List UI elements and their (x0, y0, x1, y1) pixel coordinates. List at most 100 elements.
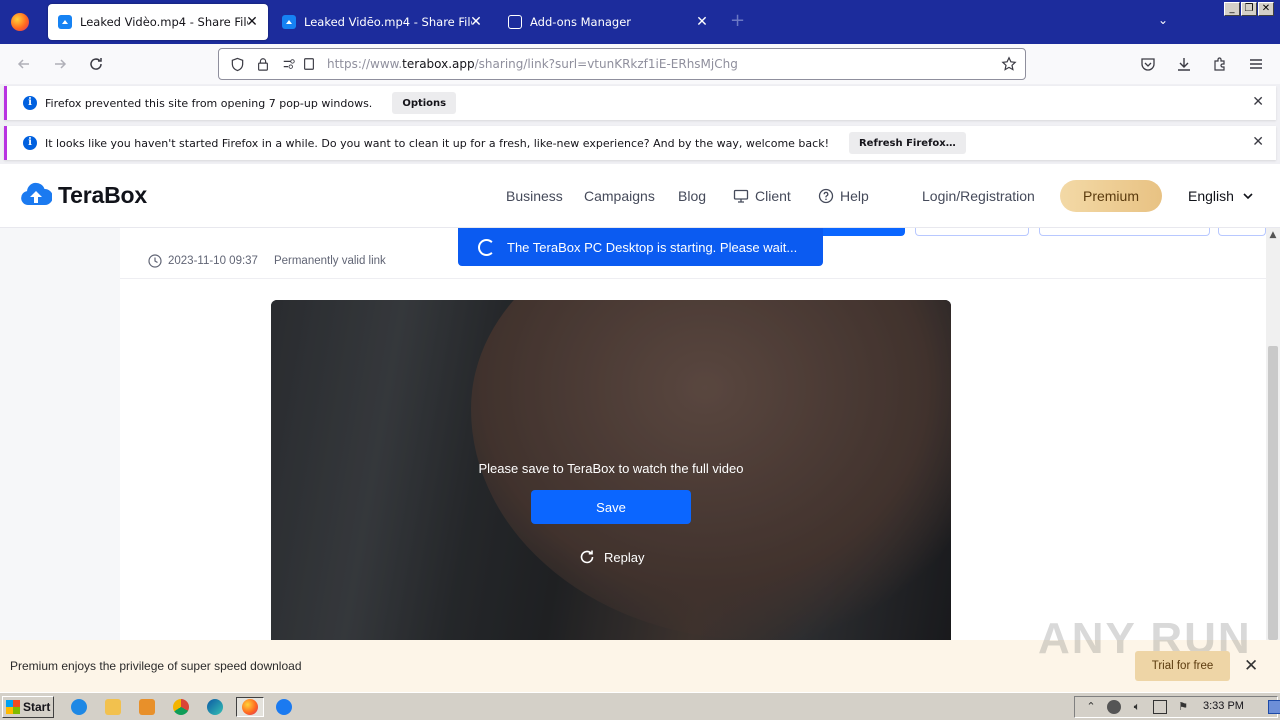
language-selector[interactable]: English (1188, 188, 1254, 204)
address-bar[interactable]: https://www.terabox.app/sharing/link?sur… (218, 48, 1026, 80)
nav-help-label: Help (840, 188, 869, 204)
pocket-button[interactable] (1138, 54, 1158, 74)
tab-label: Leaked Vidēo.mp4 - Share Files Online (304, 15, 472, 29)
save-button[interactable]: Save (531, 490, 691, 524)
tab-label: Add-ons Manager (530, 15, 632, 29)
forward-button[interactable] (50, 54, 70, 74)
info-icon: i (23, 136, 37, 150)
scroll-up-arrow-icon[interactable]: ▲ (1266, 228, 1280, 242)
promo-text: Premium enjoys the privilege of super sp… (10, 659, 302, 673)
nav-business[interactable]: Business (506, 188, 563, 204)
notification-message: Firefox prevented this site from opening… (45, 96, 373, 110)
nav-campaigns[interactable]: Campaigns (584, 188, 655, 204)
action-button-partial[interactable] (1039, 228, 1210, 236)
media-player-icon[interactable] (136, 697, 158, 717)
url-path: /sharing/link?surl=vtunKRkzf1iE-ERhsMjCh… (474, 57, 738, 71)
network-icon[interactable] (1153, 700, 1167, 714)
nav-client[interactable]: Client (733, 188, 791, 204)
page-icon (301, 56, 317, 72)
terabox-tray-icon[interactable] (1107, 700, 1121, 714)
action-center-flag-icon[interactable]: ⚑ (1176, 700, 1190, 714)
extensions-button[interactable] (1210, 54, 1230, 74)
edge-icon[interactable] (204, 697, 226, 717)
puzzle-piece-icon (508, 15, 522, 29)
action-button-partial[interactable] (915, 228, 1029, 236)
nav-client-label: Client (755, 188, 791, 204)
terabox-favicon-icon (58, 15, 72, 29)
info-icon: i (23, 96, 37, 110)
windows-logo-icon (6, 700, 20, 714)
app-menu-button[interactable] (1246, 54, 1266, 74)
volume-icon[interactable]: 🔈︎ (1130, 700, 1144, 714)
url-text[interactable]: https://www.terabox.app/sharing/link?sur… (327, 57, 738, 71)
login-registration-link[interactable]: Login/Registration (922, 188, 1035, 204)
lock-icon[interactable] (255, 56, 271, 72)
url-prefix: https://www. (327, 57, 403, 71)
cloud-upload-icon (21, 182, 52, 205)
trial-for-free-button[interactable]: Trial for free (1135, 651, 1230, 681)
back-button[interactable] (14, 54, 34, 74)
hamburger-menu-icon (1250, 59, 1262, 69)
downloads-button[interactable] (1174, 54, 1194, 74)
terabox-header: TeraBox Business Campaigns Blog Client H… (0, 164, 1280, 228)
list-all-tabs-button[interactable]: ⌄ (1158, 13, 1168, 27)
chrome-icon[interactable] (170, 697, 192, 717)
tab-terabox-1[interactable]: Leaked Vidèo.mp4 - Share Files Online ✕ (48, 4, 268, 40)
tab-addons-manager[interactable]: Add-ons Manager ✕ (498, 4, 718, 40)
close-notification-icon[interactable]: ✕ (1252, 94, 1264, 110)
terabox-taskbar-icon[interactable] (270, 697, 298, 717)
file-date: 2023-11-10 09:37 (168, 255, 258, 267)
download-icon (1178, 58, 1190, 71)
restore-button[interactable]: ❐ (1241, 2, 1257, 16)
internet-explorer-icon[interactable] (68, 697, 90, 717)
video-player[interactable]: Please save to TeraBox to watch the full… (271, 300, 951, 640)
reload-button[interactable] (86, 54, 106, 74)
minimize-button[interactable]: _ (1224, 2, 1240, 16)
window-controls: _ ❐ ✕ (1224, 2, 1274, 16)
show-desktop-icon[interactable] (1268, 700, 1280, 714)
brand-name: TeraBox (58, 181, 147, 208)
pocket-icon (1141, 58, 1155, 71)
loading-spinner-icon (478, 238, 495, 256)
replay-button[interactable]: Replay (578, 548, 644, 566)
terabox-favicon-icon (282, 15, 296, 29)
close-promo-icon[interactable]: ✕ (1244, 656, 1258, 676)
windows-taskbar: Start ⌃ 🔈︎ ⚑ 3:33 PM (0, 692, 1280, 720)
shield-icon[interactable] (229, 56, 245, 72)
close-window-button[interactable]: ✕ (1258, 2, 1274, 16)
close-tab-icon[interactable]: ✕ (244, 14, 260, 30)
start-button[interactable]: Start (2, 696, 54, 718)
firefox-taskbar-icon[interactable] (236, 697, 264, 717)
firefox-menu-icon[interactable] (0, 0, 40, 44)
replay-icon (580, 550, 594, 564)
premium-promo-banner: Premium enjoys the privilege of super sp… (0, 614, 1280, 692)
bookmark-star-icon[interactable] (1001, 56, 1017, 75)
system-tray: ⌃ 🔈︎ ⚑ 3:33 PM (1074, 696, 1280, 718)
link-validity: Permanently valid link (273, 255, 386, 267)
permissions-icon[interactable] (281, 56, 297, 72)
nav-blog[interactable]: Blog (678, 188, 706, 204)
options-button[interactable]: Options (392, 92, 457, 114)
new-tab-button[interactable]: + (730, 10, 745, 31)
video-save-prompt: Please save to TeraBox to watch the full… (478, 461, 744, 476)
language-label: English (1188, 188, 1234, 204)
tab-terabox-2[interactable]: Leaked Vidēo.mp4 - Share Files Online ✕ (272, 4, 492, 40)
nav-help[interactable]: Help (818, 188, 869, 204)
refresh-firefox-button[interactable]: Refresh Firefox… (848, 132, 966, 154)
scroll-thumb[interactable] (1268, 346, 1278, 640)
file-explorer-icon[interactable] (102, 697, 124, 717)
show-hidden-icons-icon[interactable]: ⌃ (1084, 700, 1098, 714)
page-scrollbar[interactable]: ▲ (1266, 228, 1280, 640)
url-domain: terabox.app (402, 57, 475, 71)
start-label: Start (23, 700, 51, 714)
premium-button[interactable]: Premium (1060, 180, 1162, 212)
close-tab-icon[interactable]: ✕ (468, 14, 484, 30)
close-tab-icon[interactable]: ✕ (694, 14, 710, 30)
terabox-logo[interactable]: TeraBox (20, 181, 147, 209)
puzzle-piece-icon (1214, 57, 1225, 71)
tab-label: Leaked Vidèo.mp4 - Share Files Online (80, 15, 248, 29)
arrow-right-icon (55, 59, 67, 69)
close-notification-icon[interactable]: ✕ (1252, 134, 1264, 150)
clock[interactable]: 3:33 PM (1203, 700, 1244, 712)
action-button-partial[interactable] (1218, 228, 1266, 236)
